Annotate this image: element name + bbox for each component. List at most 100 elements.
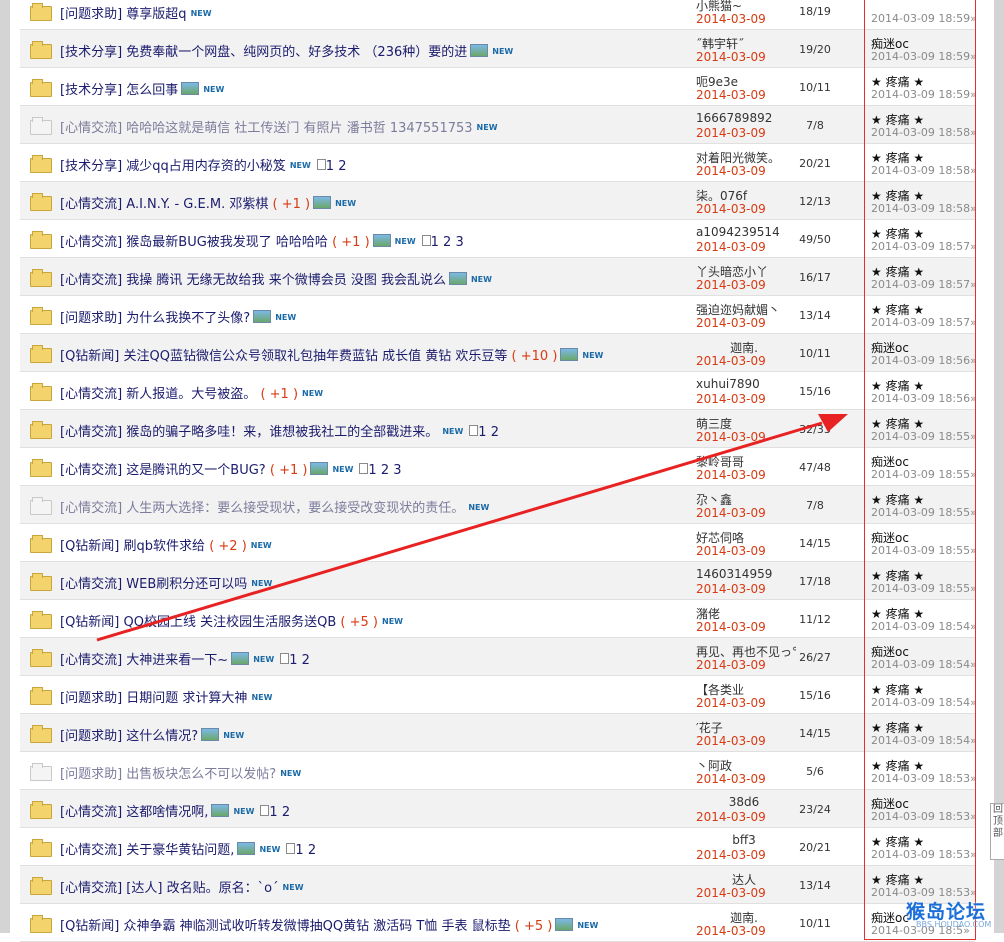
thread-category[interactable]: [问题求助] [60, 767, 122, 782]
last-post-time-link[interactable]: 2014-03-09 18:57» [871, 240, 977, 253]
page-links[interactable]: 1 2 [269, 805, 290, 820]
author-link[interactable]: 1666789892 [696, 111, 796, 125]
thread-subject-link[interactable]: 减少qq占用内存资的小秘笈 [126, 159, 286, 174]
author-column: bff3 2014-03-09 [696, 828, 792, 865]
thread-subject-link[interactable]: 免费奉献一个网盘、纯网页的、好多技术 （236种）要的进 [126, 45, 467, 60]
thread-category[interactable]: [心情交流] [60, 463, 122, 478]
thread-category[interactable]: [心情交流] [60, 577, 122, 592]
thread-subject-link[interactable]: 新人报道。大号被盗。 [126, 387, 256, 402]
last-post-time-link[interactable]: 2014-03-09 18:53» [871, 772, 977, 785]
thread-category[interactable]: [Q钻新闻] [60, 349, 119, 364]
thread-category[interactable]: [问题求助] [60, 7, 122, 22]
thread-subject-link[interactable]: 人生两大选择：要么接受现状，要么接受改变现状的责任。 [126, 501, 464, 516]
thread-subject-link[interactable]: 猴岛的骗子略多哇！来，谁想被我社工的全部戳进来。 [126, 425, 438, 440]
thread-category[interactable]: [心情交流] [60, 425, 122, 440]
folder-icon [30, 193, 52, 211]
table-row: [心情交流] 关于豪华黄钻问题, NEW 1 2 bff3 2014-03-09 20/2… [20, 828, 977, 866]
thread-subject-link[interactable]: 众神争霸 神临测试收听转发微博抽QQ黄钻 激活码 T恤 手表 鼠标垫 [124, 919, 511, 934]
thread-subject-link[interactable]: A.I.N.Y. - G.E.M. 邓紫棋 [126, 197, 268, 212]
thread-subject-link[interactable]: 日期问题 求计算大神 [126, 691, 247, 706]
thread-category[interactable]: [心情交流] [60, 501, 122, 516]
page-links[interactable]: 1 2 [478, 425, 499, 440]
author-link[interactable]: 38d6 [696, 795, 792, 809]
last-post-column: ★ 疼痛 ★ 2014-03-09 18:59» [868, 68, 977, 105]
thread-subject-link[interactable]: 这是腾讯的又一个BUG? [126, 463, 265, 478]
thread-category[interactable]: [Q钻新闻] [60, 615, 119, 630]
thread-subject-link[interactable]: 大神进来看一下~ [126, 653, 228, 668]
thread-category[interactable]: [心情交流] [60, 121, 122, 136]
thread-subject-link[interactable]: 怎么回事 [126, 83, 178, 98]
thread-subject-link[interactable]: 我操 腾讯 无缘无故给我 来个微博会员 没图 我会乱说么 [126, 273, 446, 288]
page-links[interactable]: 1 2 [326, 159, 347, 174]
last-post-time-link[interactable]: 2014-03-09 18:55» [871, 430, 977, 443]
table-row: [Q钻新闻] 关注QQ蓝钻微信公众号领取礼包抽年费蓝钻 成长值 黄钻 欢乐豆等 … [20, 334, 977, 372]
last-post-time-link[interactable]: 2014-03-09 18:55» [871, 582, 977, 595]
thread-category[interactable]: [心情交流] [60, 235, 122, 250]
last-post-time-link[interactable]: 2014-03-09 18:56» [871, 392, 977, 405]
last-post-time-link[interactable]: 2014-03-09 18:53» [871, 848, 977, 861]
folder-icon [30, 497, 52, 515]
thread-category[interactable]: [技术分享] [60, 45, 122, 60]
thread-category[interactable]: [心情交流] [60, 197, 122, 212]
last-post-time-link[interactable]: 2014-03-09 18:59» [871, 50, 977, 63]
last-post-time-link[interactable]: 2014-03-09 18:54» [871, 734, 977, 747]
thread-category[interactable]: [心情交流] [60, 653, 122, 668]
thread-category[interactable]: [技术分享] [60, 83, 122, 98]
thread-subject-link[interactable]: 这都啥情况啊, [126, 805, 208, 820]
thread-category[interactable]: [问题求助] [60, 691, 122, 706]
last-post-time-link[interactable]: 2014-03-09 18:55» [871, 506, 977, 519]
author-link[interactable]: 1460314959 [696, 567, 796, 581]
thread-subject-link[interactable]: 关注QQ蓝钻微信公众号领取礼包抽年费蓝钻 成长值 黄钻 欢乐豆等 [124, 349, 508, 364]
last-post-time-link[interactable]: 2014-03-09 18:59» [871, 88, 977, 101]
last-post-time-link[interactable]: 2014-03-09 18:54» [871, 696, 977, 709]
author-column: 再见、再也不见っ° 2014-03-09 [696, 638, 796, 675]
last-post-time-link[interactable]: 2014-03-09 18:58» [871, 202, 977, 215]
page-links[interactable]: 1 2 [295, 843, 316, 858]
last-post-time-link[interactable]: 2014-03-09 18:53» [871, 810, 977, 823]
last-post-time-link[interactable]: 2014-03-09 18:55» [871, 468, 977, 481]
thread-subject-link[interactable]: WEB刷积分还可以吗 [126, 577, 247, 592]
last-post-time-link[interactable]: 2014-03-09 18:57» [871, 316, 977, 329]
thread-category[interactable]: [心情交流] [60, 273, 122, 288]
post-date: 2014-03-09 [696, 278, 766, 292]
page-links[interactable]: 1 2 3 [431, 235, 464, 250]
thread-category[interactable]: [Q钻新闻] [60, 539, 119, 554]
thread-category[interactable]: [技术分享] [60, 159, 122, 174]
thread-title: [Q钻新闻] 刷qb软件求给 ( +2 ) NEW [60, 535, 700, 554]
thread-subject-link[interactable]: 哈哈哈这就是萌信 社工传送门 有照片 潘书哲 1347551753 [126, 121, 472, 136]
last-post-time-link[interactable]: 2014-03-09 18:55» [871, 544, 977, 557]
thread-subject-link[interactable]: [达人] 改名贴。原名：ˋoˊ [126, 881, 278, 896]
thread-subject-link[interactable]: QQ校园上线 关注校园生活服务送QB [124, 615, 337, 630]
thread-subject-link[interactable]: 尊享版超q [126, 7, 186, 22]
thread-subject-link[interactable]: 刷qb软件求给 [124, 539, 206, 554]
author-link[interactable]: a1094239514 [696, 225, 796, 239]
last-post-time-link[interactable]: 2014-03-09 18:57» [871, 278, 977, 291]
thread-category[interactable]: [心情交流] [60, 843, 122, 858]
last-post-time-link[interactable]: 2014-03-09 18:54» [871, 620, 977, 633]
back-to-top-button[interactable]: 回 顶 部 [990, 803, 1004, 860]
thread-title: [Q钻新闻] 众神争霸 神临测试收听转发微博抽QQ黄钻 激活码 T恤 手表 鼠标… [60, 915, 700, 934]
last-post-time-link[interactable]: 2014-03-09 18:56» [871, 354, 977, 367]
author-link[interactable]: xuhui7890 [696, 377, 796, 391]
thread-subject-link[interactable]: 出售板块怎么不可以发帖? [126, 767, 276, 782]
last-post-time-link[interactable]: 2014-03-09 18:54» [871, 658, 977, 671]
thread-category[interactable]: [问题求助] [60, 311, 122, 326]
thread-category[interactable]: [心情交流] [60, 387, 122, 402]
author-link[interactable]: bff3 [696, 833, 792, 847]
thread-category[interactable]: [Q钻新闻] [60, 919, 119, 934]
thread-subject-link[interactable]: 为什么我换不了头像? [126, 311, 250, 326]
last-post-time-link[interactable]: 2014-03-09 18:58» [871, 164, 977, 177]
post-date: 2014-03-09 [696, 12, 766, 26]
thread-subject-link[interactable]: 关于豪华黄钻问题, [126, 843, 234, 858]
page-links[interactable]: 1 2 [289, 653, 310, 668]
folder-icon [30, 231, 52, 249]
thread-category[interactable]: [心情交流] [60, 805, 122, 820]
last-post-time-link[interactable]: 2014-03-09 18:58» [871, 126, 977, 139]
thread-category[interactable]: [心情交流] [60, 881, 122, 896]
thread-subject-link[interactable]: 这什么情况? [126, 729, 198, 744]
last-post-time-link[interactable]: 2014-03-09 18:59» [871, 12, 977, 25]
page-links[interactable]: 1 2 3 [368, 463, 401, 478]
post-date: 2014-03-09 [696, 392, 766, 406]
thread-category[interactable]: [问题求助] [60, 729, 122, 744]
thread-subject-link[interactable]: 猴岛最新BUG被我发现了 哈哈哈哈 [126, 235, 328, 250]
